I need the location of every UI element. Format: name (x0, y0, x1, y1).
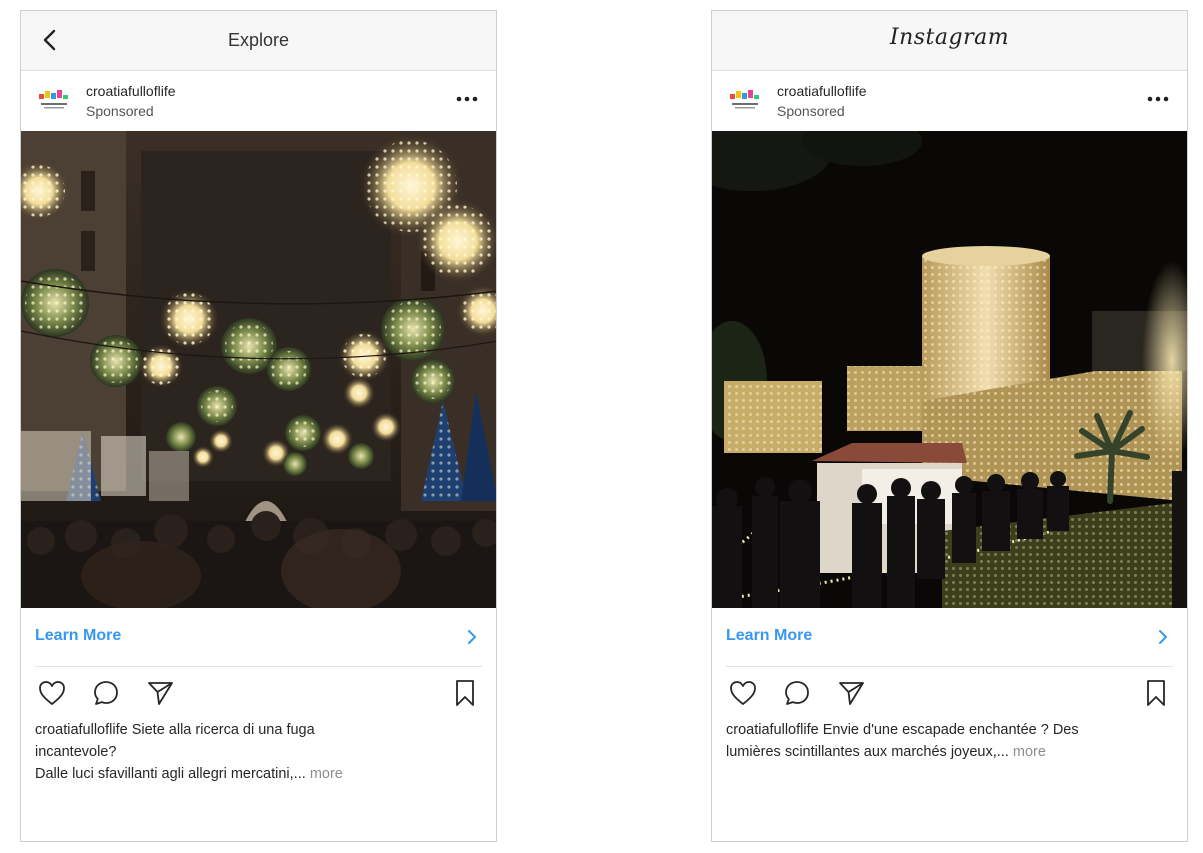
brand-logo-avatar[interactable] (728, 86, 762, 116)
page-title: Explore (227, 30, 290, 50)
top-navigation-bar: Instagram (712, 11, 1187, 71)
post-header: croatiafulloflife Sponsored (712, 71, 1187, 131)
sponsored-label: Sponsored (86, 103, 154, 119)
share-icon[interactable] (836, 678, 866, 708)
action-bar (712, 667, 1187, 719)
learn-more-label[interactable]: Learn More (35, 627, 121, 645)
comment-icon[interactable] (782, 678, 812, 708)
chevron-right-icon[interactable] (466, 628, 478, 646)
chevron-right-icon[interactable] (1157, 628, 1169, 646)
share-icon[interactable] (145, 678, 175, 708)
sponsored-label: Sponsored (777, 103, 845, 119)
caption-text-line3: Dalle luci sfavillanti agli allegri merc… (35, 766, 306, 782)
learn-more-cta[interactable]: Learn More (35, 608, 482, 667)
post-caption: croatiafulloflife Envie d'une escapade e… (726, 719, 1173, 763)
comment-icon[interactable] (91, 678, 121, 708)
post-photo-illuminated-castle[interactable] (712, 131, 1187, 608)
top-navigation-bar: Explore (21, 11, 496, 71)
brand-logo-avatar[interactable] (37, 86, 71, 116)
post-header: croatiafulloflife Sponsored (21, 71, 496, 131)
caption-more-link[interactable]: more (310, 766, 343, 782)
bookmark-icon[interactable] (450, 678, 480, 708)
caption-username[interactable]: croatiafulloflife (726, 722, 819, 738)
action-bar (21, 667, 496, 719)
instagram-wordmark: Instagram (889, 25, 1010, 50)
caption-text-line2: lumières scintillantes aux marchés joyeu… (726, 744, 1009, 760)
account-name[interactable]: croatiafulloflife (777, 83, 867, 99)
caption-text-line2: incantevole? (35, 744, 117, 760)
caption-text-line1: Siete alla ricerca di una fuga (131, 722, 315, 738)
post-photo-christmas-street-lights[interactable] (21, 131, 496, 608)
instagram-explore-ad-mockup: Explore croatiafulloflife Sponsored Lear… (20, 10, 497, 842)
street-lights-illustration (21, 131, 496, 608)
castle-lights-illustration (712, 131, 1187, 608)
more-options-icon[interactable] (1147, 95, 1169, 103)
more-options-icon[interactable] (456, 95, 478, 103)
caption-text-line1: Envie d'une escapade enchantée ? Des (822, 722, 1079, 738)
heart-icon[interactable] (37, 678, 67, 708)
learn-more-label[interactable]: Learn More (726, 627, 812, 645)
caption-more-link[interactable]: more (1013, 744, 1046, 760)
bookmark-icon[interactable] (1141, 678, 1171, 708)
post-caption: croatiafulloflife Siete alla ricerca di … (35, 719, 482, 785)
account-name[interactable]: croatiafulloflife (86, 83, 176, 99)
instagram-feed-ad-mockup: Instagram croatiafulloflife Sponsored Le… (711, 10, 1188, 842)
heart-icon[interactable] (728, 678, 758, 708)
caption-username[interactable]: croatiafulloflife (35, 722, 128, 738)
learn-more-cta[interactable]: Learn More (726, 608, 1173, 667)
